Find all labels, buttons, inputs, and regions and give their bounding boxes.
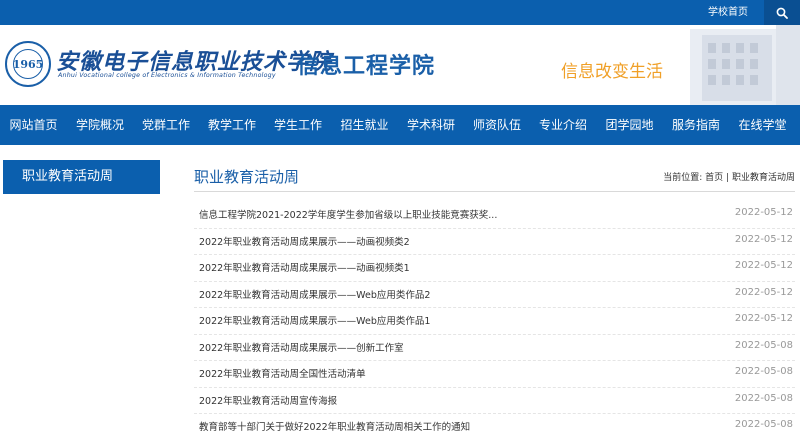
nav-item-admissions[interactable]: 招生就业 [331,105,398,145]
breadcrumb-home[interactable]: 首页 [705,173,723,183]
nav-item-research[interactable]: 学术科研 [398,105,464,145]
department-name: 信息工程学院 [297,54,436,79]
article-link[interactable]: 2022年职业教育活动周成果展示——动画视频类1 [199,260,410,274]
sidebar-title[interactable]: 职业教育活动周 [3,160,160,194]
article-link[interactable]: 教育部等十部门关于做好2022年职业教育活动周相关工作的通知 [199,419,470,433]
title-divider [194,191,795,192]
nav-item-guide[interactable]: 服务指南 [663,105,729,145]
nav-item-faculty[interactable]: 师资队伍 [464,105,530,145]
article-link[interactable]: 2022年职业教育活动周成果展示——Web应用类作品2 [199,287,430,301]
search-icon [776,7,788,19]
list-item: 2022年职业教育活动周成果展示——Web应用类作品2 2022-05-12 [194,282,795,308]
article-date: 2022-05-12 [734,233,793,245]
school-name-en: Anhui Vocational college of Electronics … [58,72,276,79]
nav-item-teaching[interactable]: 教学工作 [199,105,265,145]
article-link[interactable]: 2022年职业教育活动周成果展示——创新工作室 [199,340,404,354]
article-date: 2022-05-08 [734,392,793,404]
breadcrumb-prefix: 当前位置: [663,173,703,183]
nav-item-home[interactable]: 网站首页 [0,105,67,145]
nav-item-online[interactable]: 在线学堂 [729,105,796,145]
nav-item-party[interactable]: 党群工作 [133,105,199,145]
article-date: 2022-05-12 [734,260,793,271]
article-date: 2022-05-08 [734,419,793,430]
building-illustration [672,25,800,105]
article-link[interactable]: 2022年职业教育活动周成果展示——Web应用类作品1 [199,313,430,327]
list-item: 2022年职业教育活动周成果展示——动画视频类1 2022-05-12 [194,255,795,282]
article-date: 2022-05-12 [734,313,793,324]
breadcrumb-separator: | [726,173,730,183]
article-link[interactable]: 信息工程学院2021-2022学年度学生参加省级以上职业技能竞赛获奖... [199,207,497,221]
breadcrumb-current: 职业教育活动周 [731,173,795,183]
page-title: 职业教育活动周 [194,168,300,186]
nav-item-about[interactable]: 学院概况 [67,105,133,145]
main-nav: 网站首页 学院概况 党群工作 教学工作 学生工作 招生就业 学术科研 师资队伍 … [0,105,800,145]
search-button[interactable] [764,0,800,25]
article-date: 2022-05-08 [734,339,793,351]
article-link[interactable]: 2022年职业教育活动周全国性活动清单 [199,366,366,380]
list-item: 2022年职业教育活动周成果展示——Web应用类作品1 2022-05-12 [194,308,795,335]
list-item: 信息工程学院2021-2022学年度学生参加省级以上职业技能竞赛获奖... 20… [194,202,795,229]
article-list: 信息工程学院2021-2022学年度学生参加省级以上职业技能竞赛获奖... 20… [194,202,795,436]
article-date: 2022-05-12 [734,286,793,298]
article-link[interactable]: 2022年职业教育活动周成果展示——动画视频类2 [199,234,410,248]
slogan: 信息改变生活 [561,62,663,82]
nav-item-students[interactable]: 学生工作 [265,105,331,145]
article-link[interactable]: 2022年职业教育活动周宣传海报 [199,393,337,407]
list-item: 2022年职业教育活动周全国性活动清单 2022-05-08 [194,361,795,388]
nav-item-youth[interactable]: 团学园地 [596,105,663,145]
breadcrumb: 当前位置: 首页 | 职业教育活动周 [663,170,795,183]
site-header: 1965 安徽电子信息职业技术学院 Anhui Vocational colle… [0,25,800,105]
nav-item-majors[interactable]: 专业介绍 [530,105,596,145]
school-home-link[interactable]: 学校首页 [708,0,748,25]
school-logo[interactable]: 1965 [5,41,51,87]
list-item: 2022年职业教育活动周成果展示——创新工作室 2022-05-08 [194,335,795,361]
list-item: 教育部等十部门关于做好2022年职业教育活动周相关工作的通知 2022-05-0… [194,414,795,436]
article-date: 2022-05-12 [734,207,793,218]
logo-mark: 1965 [13,49,43,79]
list-item: 2022年职业教育活动周宣传海报 2022-05-08 [194,388,795,414]
list-item: 2022年职业教育活动周成果展示——动画视频类2 2022-05-12 [194,229,795,255]
top-bar: 学校首页 [0,0,800,25]
article-date: 2022-05-08 [734,366,793,377]
